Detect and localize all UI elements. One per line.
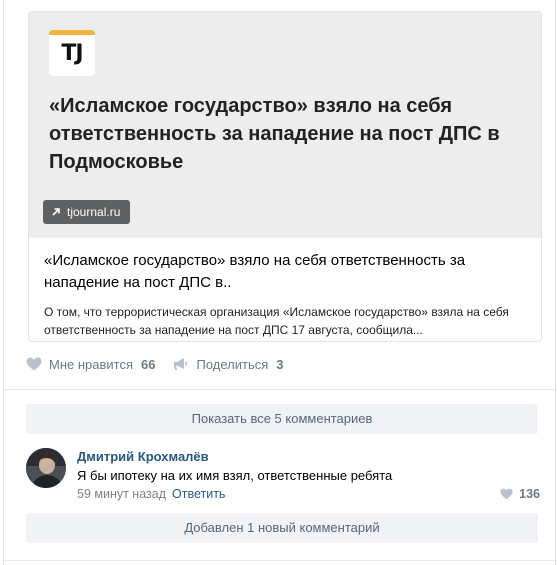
comment-author[interactable]: Дмитрий Крохмалёв xyxy=(77,449,209,464)
comment-meta: 59 минут назад Ответить xyxy=(77,487,225,501)
like-button[interactable]: Мне нравится 66 xyxy=(26,357,155,372)
comment-text: Я бы ипотеку на их имя взял, ответственн… xyxy=(77,468,393,483)
show-all-comments-button[interactable]: Показать все 5 комментариев xyxy=(26,404,538,434)
avatar-photo xyxy=(26,448,66,488)
like-count: 66 xyxy=(141,356,156,372)
share-button[interactable]: Поделиться 3 xyxy=(173,356,284,372)
comment-time[interactable]: 59 минут назад xyxy=(77,487,166,501)
avatar[interactable] xyxy=(26,448,66,488)
domain-badge[interactable]: tjournal.ru xyxy=(43,200,131,224)
comment: Дмитрий Крохмалёв Я бы ипотеку на их имя… xyxy=(26,448,540,504)
heart-icon xyxy=(26,357,42,371)
bottom-divider xyxy=(4,560,555,561)
link-attachment-card[interactable]: TJ «Исламское государство» взяло на себя… xyxy=(28,11,542,342)
like-label: Мне нравится xyxy=(49,356,134,372)
post-actions: Мне нравится 66 Поделиться 3 xyxy=(26,354,302,374)
domain-label: tjournal.ru xyxy=(67,205,121,219)
divider xyxy=(4,389,555,390)
link-description: О том, что террористическая организация … xyxy=(44,305,509,337)
reply-button[interactable]: Ответить xyxy=(172,487,225,501)
new-comment-notice-button[interactable]: Добавлен 1 новый комментарий xyxy=(26,513,538,543)
link-info[interactable]: «Исламское государство» взяло на себя от… xyxy=(44,250,529,339)
logo-text: TJ xyxy=(61,41,83,66)
comment-like-count: 136 xyxy=(519,487,540,501)
logo-accent-bar xyxy=(49,30,95,35)
link-cover[interactable]: TJ «Исламское государство» взяло на себя… xyxy=(29,12,541,238)
comment-like-button[interactable]: 136 xyxy=(500,487,540,501)
post: TJ «Исламское государство» взяло на себя… xyxy=(3,0,556,565)
share-label: Поделиться xyxy=(196,356,269,372)
share-count: 3 xyxy=(276,356,284,372)
megaphone-icon xyxy=(174,358,188,370)
external-link-icon xyxy=(52,208,60,216)
site-logo: TJ xyxy=(49,30,95,76)
link-title[interactable]: «Исламское государство» взяло на себя от… xyxy=(44,250,529,294)
heart-icon xyxy=(500,488,513,500)
cover-title: «Исламское государство» взяло на себя от… xyxy=(49,95,500,173)
